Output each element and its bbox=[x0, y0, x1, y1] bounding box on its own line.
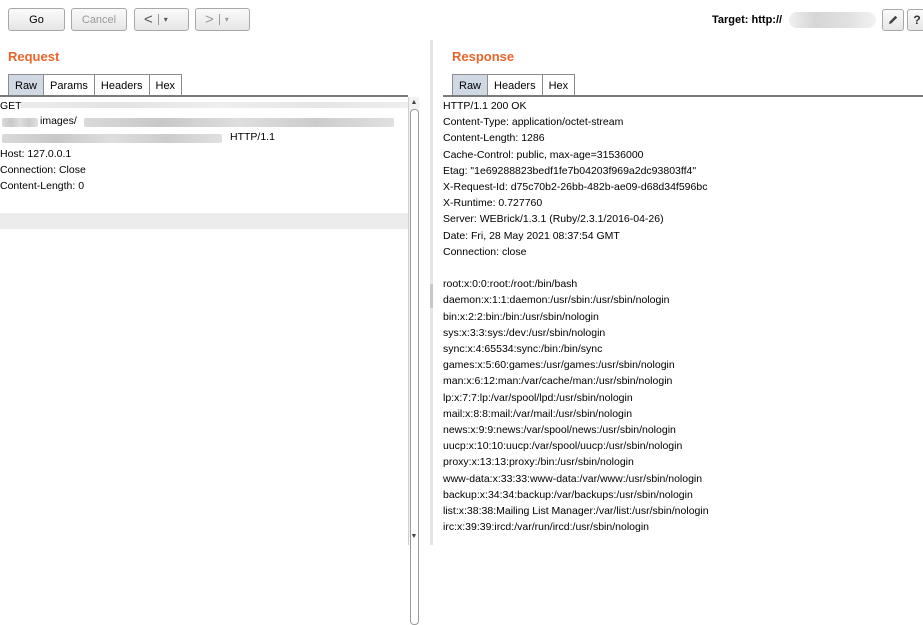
pencil-icon bbox=[889, 15, 898, 24]
response-line: irc:x:39:39:ircd:/var/run/ircd:/usr/sbin… bbox=[443, 521, 650, 534]
tab-request-params[interactable]: Params bbox=[43, 74, 95, 96]
toolbar: Go Cancel < ▾ > ▾ Target: http:// ? bbox=[0, 0, 923, 44]
request-line-path: images/ bbox=[40, 115, 77, 127]
button-separator bbox=[157, 14, 159, 25]
response-line: HTTP/1.1 200 OK bbox=[443, 100, 527, 112]
redacted-text bbox=[2, 134, 222, 143]
tab-request-raw[interactable]: Raw bbox=[8, 74, 45, 96]
request-line-method: GET bbox=[0, 100, 22, 112]
response-line: Connection: close bbox=[443, 245, 527, 258]
response-line: backup:x:34:34:backup:/var/backups:/usr/… bbox=[443, 488, 693, 501]
button-separator bbox=[218, 14, 220, 25]
redacted-text bbox=[2, 118, 38, 127]
response-line: Date: Fri, 28 May 2021 08:37:54 GMT bbox=[443, 229, 620, 242]
cancel-button[interactable]: Cancel bbox=[71, 8, 127, 31]
request-line-content-length: Content-Length: 0 bbox=[0, 180, 85, 192]
response-line: Etag: "1e69288823bedf1fe7b04203f969a2dc9… bbox=[443, 164, 697, 177]
request-editor[interactable]: GET images/ HTTP/1.1 Host: 127.0.0.1 Con… bbox=[0, 97, 420, 545]
request-text-area[interactable]: GET images/ HTTP/1.1 Host: 127.0.0.1 Con… bbox=[0, 97, 420, 213]
redacted-text bbox=[20, 102, 420, 108]
response-line: list:x:38:38:Mailing List Manager:/var/l… bbox=[443, 505, 709, 517]
forward-button[interactable]: > ▾ bbox=[195, 8, 250, 31]
pane-divider-handle[interactable] bbox=[430, 284, 433, 308]
scrollbar-thumb[interactable] bbox=[410, 109, 419, 625]
response-line: lp:x:7:7:lp:/var/spool/lpd:/usr/sbin/nol… bbox=[443, 391, 633, 404]
request-line-connection: Connection: Close bbox=[0, 164, 86, 176]
response-line: sys:x:3:3:sys:/dev:/usr/sbin/nologin bbox=[443, 326, 606, 339]
tab-request-hex[interactable]: Hex bbox=[148, 74, 183, 96]
response-line: news:x:9:9:news:/var/spool/news:/usr/sbi… bbox=[443, 424, 676, 436]
request-scrollbar[interactable]: ▲ ▼ bbox=[408, 97, 419, 625]
response-viewer[interactable]: HTTP/1.1 200 OK Content-Type: application… bbox=[443, 97, 923, 545]
redacted-text bbox=[84, 118, 394, 127]
request-title: Request bbox=[8, 49, 60, 64]
response-line: X-Runtime: 0.727760 bbox=[443, 197, 543, 210]
target-label: Target: http:// bbox=[712, 14, 783, 26]
response-line: X-Request-Id: d75c70b2-26bb-482b-ae09-d6… bbox=[443, 181, 708, 193]
back-button[interactable]: < ▾ bbox=[134, 8, 189, 31]
response-line: Content-Type: application/octet-stream bbox=[443, 116, 624, 129]
help-button[interactable]: ? bbox=[907, 9, 923, 31]
response-line: Server: WEBrick/1.3.1 (Ruby/2.3.1/2016-0… bbox=[443, 213, 664, 226]
scroll-up-icon[interactable]: ▲ bbox=[409, 98, 419, 108]
response-line: uucp:x:10:10:uucp:/var/spool/uucp:/usr/s… bbox=[443, 440, 683, 453]
response-line: proxy:x:13:13:proxy:/bin:/usr/sbin/nolog… bbox=[443, 456, 634, 469]
response-title: Response bbox=[452, 49, 515, 64]
chevron-down-icon: ▾ bbox=[163, 15, 168, 24]
response-line: www-data:x:33:33:www-data:/var/www:/usr/… bbox=[443, 472, 703, 485]
target-host-redacted bbox=[789, 12, 876, 28]
response-line: Cache-Control: public, max-age=31536000 bbox=[443, 148, 644, 161]
help-icon: ? bbox=[913, 13, 921, 27]
request-empty-row bbox=[0, 213, 408, 229]
response-tabs: Raw Headers Hex bbox=[452, 74, 576, 96]
request-line-protocol: HTTP/1.1 bbox=[230, 131, 275, 143]
request-tabs: Raw Params Headers Hex bbox=[8, 74, 183, 96]
back-arrow-icon: < bbox=[144, 11, 153, 28]
response-line: mail:x:8:8:mail:/var/mail:/usr/sbin/nolo… bbox=[443, 407, 633, 420]
edit-target-button[interactable] bbox=[882, 9, 904, 31]
response-line: daemon:x:1:1:daemon:/usr/sbin:/usr/sbin/… bbox=[443, 294, 670, 307]
response-line: sync:x:4:65534:sync:/bin:/bin/sync bbox=[443, 343, 603, 355]
response-line: Content-Length: 1286 bbox=[443, 132, 545, 145]
go-button[interactable]: Go bbox=[8, 8, 65, 31]
response-line: bin:x:2:2:bin:/bin:/usr/sbin/nologin bbox=[443, 310, 599, 323]
tab-response-headers[interactable]: Headers bbox=[487, 74, 543, 96]
response-line: root:x:0:0:root:/root:/bin/bash bbox=[443, 278, 578, 291]
tab-request-headers[interactable]: Headers bbox=[93, 74, 150, 96]
forward-arrow-icon: > bbox=[205, 11, 214, 28]
response-line: games:x:5:60:games:/usr/games:/usr/sbin/… bbox=[443, 359, 675, 372]
tab-response-hex[interactable]: Hex bbox=[541, 74, 576, 96]
scroll-down-icon[interactable]: ▼ bbox=[409, 532, 419, 542]
tab-response-raw[interactable]: Raw bbox=[452, 74, 489, 96]
response-line: man:x:6:12:man:/var/cache/man:/usr/sbin/… bbox=[443, 375, 673, 388]
request-line-host: Host: 127.0.0.1 bbox=[0, 148, 72, 160]
chevron-down-icon: ▾ bbox=[224, 15, 229, 24]
